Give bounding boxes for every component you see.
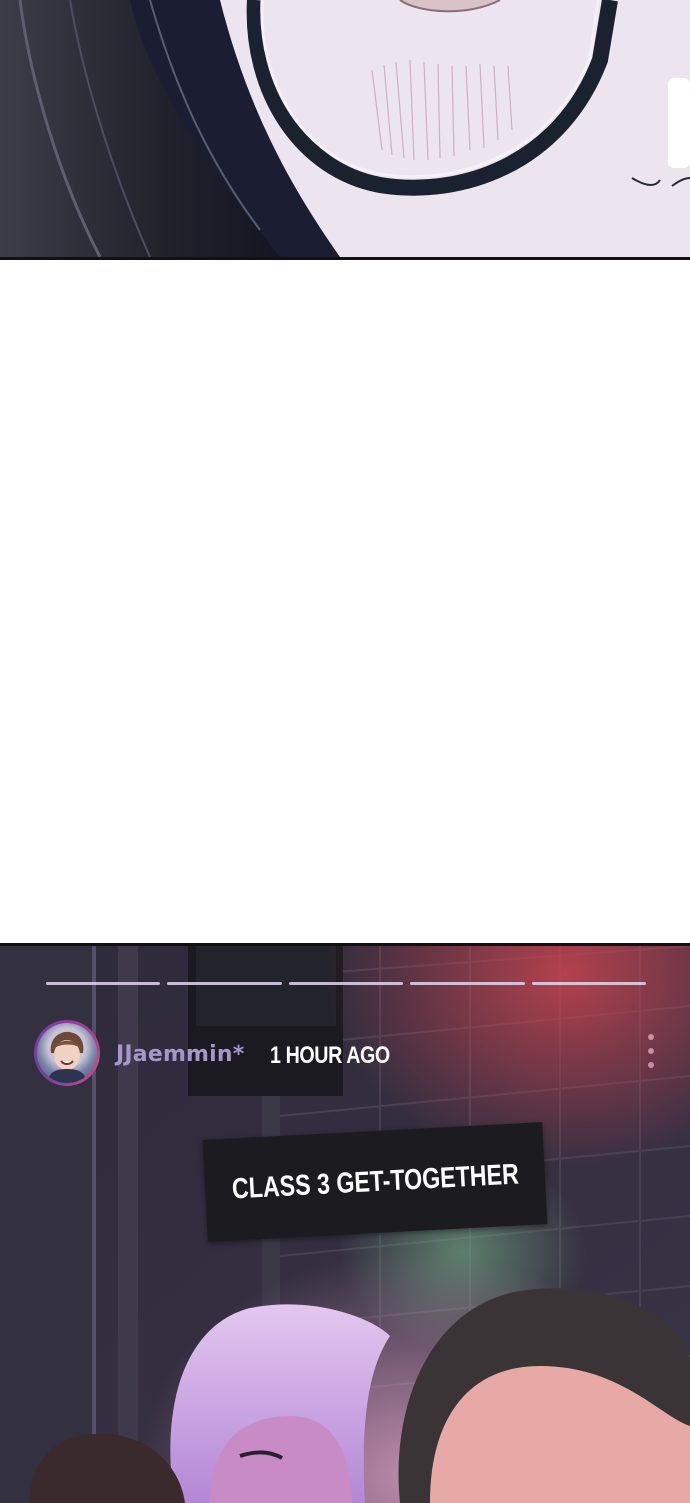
- progress-segment: [531, 982, 647, 985]
- panel-gutter: [0, 260, 690, 943]
- story-caption-text: CLASS 3 GET-TOGETHER: [230, 1158, 520, 1205]
- story-progress-bar: [46, 982, 647, 986]
- avatar-illustration: [47, 1031, 87, 1083]
- manga-panel-story: JJaemmin* 1 HOUR AGO CLASS 3 GET-TOGETHE…: [0, 943, 690, 1503]
- story-caption-box: CLASS 3 GET-TOGETHER: [202, 1122, 548, 1242]
- story-header: JJaemmin* 1 HOUR AGO: [34, 1020, 664, 1090]
- manga-panel-closeup: [0, 0, 690, 260]
- progress-segment: [410, 982, 525, 985]
- more-dot: [648, 1034, 654, 1040]
- more-dot: [648, 1062, 654, 1068]
- progress-segment: [46, 982, 161, 985]
- story-timestamp: 1 HOUR AGO: [270, 1042, 390, 1069]
- progress-segment: [167, 982, 282, 985]
- progress-segment: [288, 982, 404, 985]
- story-username[interactable]: JJaemmin*: [116, 1042, 245, 1067]
- more-dot: [648, 1048, 654, 1054]
- profile-avatar: [37, 1023, 97, 1083]
- avatar[interactable]: [34, 1020, 100, 1086]
- vertical-ellipsis-icon[interactable]: [644, 1034, 658, 1068]
- closeup-illustration: [0, 0, 690, 257]
